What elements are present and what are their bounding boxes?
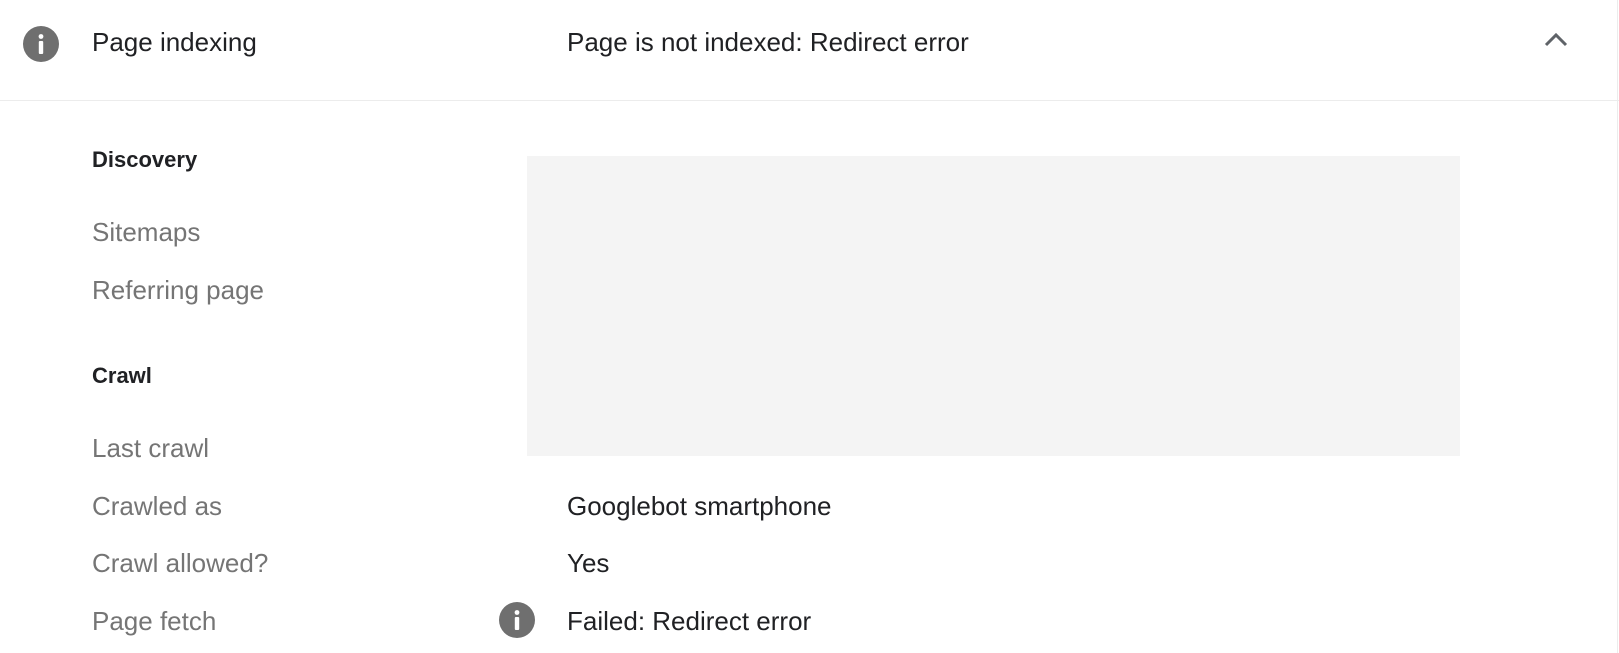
panel-border: [1617, 0, 1618, 653]
page-fetch-value: Failed: Redirect error: [567, 606, 812, 636]
page-fetch-info-icon[interactable]: [499, 602, 535, 638]
section-label: Page indexing: [92, 27, 257, 57]
crawl-allowed-label: Crawl allowed?: [92, 548, 269, 578]
sitemaps-label: Sitemaps: [92, 217, 201, 247]
collapse-button[interactable]: [1536, 20, 1576, 60]
chevron-up-icon: [1544, 32, 1568, 47]
page-indexing-header[interactable]: Page indexing Page is not indexed: Redir…: [0, 0, 1619, 101]
referring-page-label: Referring page: [92, 275, 264, 305]
last-crawl-label: Last crawl: [92, 433, 210, 463]
page-fetch-label: Page fetch: [92, 606, 217, 636]
crawled-as-value: Googlebot smartphone: [567, 491, 832, 521]
indexing-status: Page is not indexed: Redirect error: [567, 27, 969, 57]
crawl-allowed-value: Yes: [567, 548, 610, 578]
discovery-heading: Discovery: [92, 147, 198, 172]
crawl-heading: Crawl: [92, 363, 152, 388]
redacted-area: [527, 156, 1460, 456]
crawled-as-label: Crawled as: [92, 491, 223, 521]
info-icon: [23, 26, 59, 62]
